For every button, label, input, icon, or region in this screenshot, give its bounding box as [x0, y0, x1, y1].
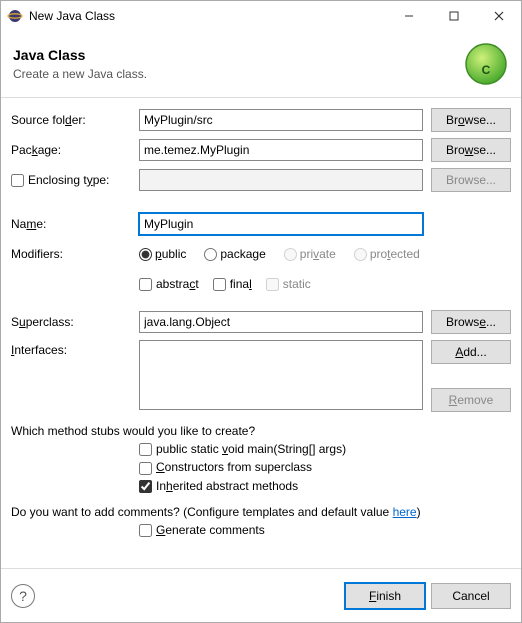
- name-input[interactable]: [139, 213, 423, 235]
- interfaces-remove-button: Remove: [431, 388, 511, 412]
- source-folder-label: Source folder:: [11, 113, 139, 127]
- svg-text:C: C: [482, 63, 491, 77]
- dialog-window: New Java Class Java Class Create a new J…: [0, 0, 522, 623]
- footer: ? Finish Cancel: [1, 568, 521, 622]
- header-subtitle: Create a new Java class.: [13, 67, 463, 81]
- enclosing-type-checkbox[interactable]: [11, 174, 24, 187]
- enclosing-type-label: Enclosing type:: [11, 173, 139, 187]
- modifier-private-radio: private: [284, 247, 336, 261]
- modifier-public-radio[interactable]: public: [139, 247, 186, 261]
- package-browse-button[interactable]: Browse...: [431, 138, 511, 162]
- help-button[interactable]: ?: [11, 584, 35, 608]
- modifier-abstract-checkbox[interactable]: abstract: [139, 277, 199, 291]
- titlebar: New Java Class: [1, 1, 521, 31]
- name-label: Name:: [11, 217, 139, 231]
- class-icon: C: [463, 41, 509, 87]
- close-button[interactable]: [476, 1, 521, 31]
- stub-main-checkbox[interactable]: public static void main(String[] args): [139, 442, 346, 456]
- modifier-package-radio[interactable]: package: [204, 247, 265, 261]
- source-folder-input[interactable]: [139, 109, 423, 131]
- superclass-label: Superclass:: [11, 315, 139, 329]
- interfaces-add-button[interactable]: Add...: [431, 340, 511, 364]
- interfaces-list[interactable]: [139, 340, 423, 410]
- enclosing-type-input: [139, 169, 423, 191]
- enclosing-type-browse-button: Browse...: [431, 168, 511, 192]
- modifier-final-checkbox[interactable]: final: [213, 277, 252, 291]
- modifiers-label: Modifiers:: [11, 247, 139, 261]
- modifier-protected-radio: protected: [354, 247, 420, 261]
- method-stubs-question: Which method stubs would you like to cre…: [11, 424, 511, 438]
- package-input[interactable]: [139, 139, 423, 161]
- header-title: Java Class: [13, 47, 463, 63]
- minimize-button[interactable]: [386, 1, 431, 31]
- stub-inherited-checkbox[interactable]: Inherited abstract methods: [139, 479, 298, 493]
- window-title: New Java Class: [29, 9, 386, 23]
- comments-question: Do you want to add comments? (Configure …: [11, 505, 511, 519]
- eclipse-icon: [7, 8, 23, 24]
- header: Java Class Create a new Java class. C: [1, 31, 521, 98]
- content: Source folder: Browse... Package: Browse…: [1, 98, 521, 568]
- generate-comments-checkbox[interactable]: Generate comments: [139, 523, 265, 537]
- modifier-static-checkbox: static: [266, 277, 311, 291]
- cancel-button[interactable]: Cancel: [431, 583, 511, 609]
- package-label: Package:: [11, 143, 139, 157]
- superclass-input[interactable]: [139, 311, 423, 333]
- interfaces-label: Interfaces:: [11, 340, 139, 357]
- stub-constructors-checkbox[interactable]: Constructors from superclass: [139, 460, 312, 474]
- maximize-button[interactable]: [431, 1, 476, 31]
- configure-templates-link[interactable]: here: [393, 505, 417, 519]
- superclass-browse-button[interactable]: Browse...: [431, 310, 511, 334]
- source-folder-browse-button[interactable]: Browse...: [431, 108, 511, 132]
- finish-button[interactable]: Finish: [345, 583, 425, 609]
